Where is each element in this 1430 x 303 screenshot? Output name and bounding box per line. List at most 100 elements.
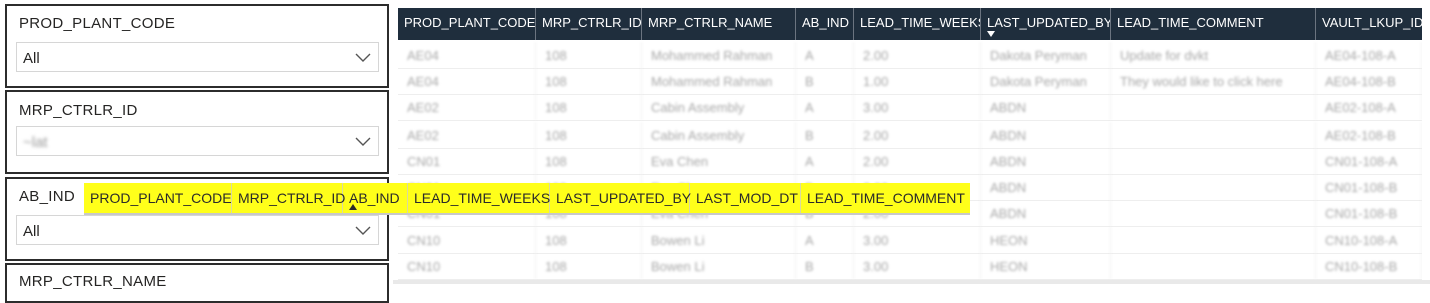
table-cell: CN10	[398, 253, 536, 279]
table-cell: 108	[536, 42, 642, 68]
field-item-sorted[interactable]: AB_IND	[343, 183, 408, 213]
slicer-title: MRP_CTRLR_ID	[19, 102, 138, 119]
column-header-sorted[interactable]: LAST_UPDATED_BY	[981, 8, 1111, 40]
table-cell: ABDN	[981, 94, 1111, 120]
table-cell: Eva Chen	[642, 148, 796, 174]
table-cell: ABDN	[981, 148, 1111, 174]
table-cell: 108	[536, 227, 642, 253]
slicer-dropdown[interactable]: All	[16, 42, 379, 72]
chevron-down-icon	[355, 226, 371, 235]
table-cell: B	[796, 253, 854, 279]
table-cell: Dakota Peryman	[981, 42, 1111, 68]
sort-ascending-icon	[349, 204, 357, 210]
field-item[interactable]: PROD_PLANT_CODE	[84, 183, 232, 213]
table-cell: ABDN	[981, 122, 1111, 148]
slicer-value: All	[23, 223, 40, 240]
slicer-value: ~lat	[23, 134, 48, 151]
table-cell: 108	[536, 148, 642, 174]
table-cell: 3.00	[854, 253, 981, 279]
table-header: PROD_PLANT_CODE MRP_CTRLR_ID MRP_CTRLR_N…	[398, 8, 1422, 40]
column-header[interactable]: MRP_CTRLR_NAME	[642, 8, 796, 40]
table-cell	[1111, 94, 1316, 120]
table-cell: Bowen Li	[642, 253, 796, 279]
slicer-title: AB_IND	[19, 188, 75, 205]
table-cell: Cabin Assembly	[642, 94, 796, 120]
table-cell: AE04-108-A	[1316, 42, 1422, 68]
slicer-panel: PROD_PLANT_CODE All MRP_CTRLR_ID ~lat AB…	[0, 0, 393, 303]
slicer-title: PROD_PLANT_CODE	[19, 15, 176, 32]
column-header[interactable]: LEAD_TIME_WEEKS	[854, 8, 981, 40]
field-list-popup: PROD_PLANT_CODE MRP_CTRLR_ID AB_IND LEAD…	[84, 183, 970, 215]
table-cell: AE02-108-A	[1316, 94, 1422, 120]
sort-descending-icon	[987, 31, 995, 37]
field-item[interactable]: LEAD_TIME_WEEKS	[408, 183, 550, 213]
field-item[interactable]: MRP_CTRLR_ID	[232, 183, 345, 213]
column-header[interactable]: LEAD_TIME_COMMENT	[1111, 8, 1316, 40]
column-header[interactable]: MRP_CTRLR_ID	[536, 8, 642, 40]
slicer-value: All	[23, 50, 40, 67]
table-cell: A	[796, 94, 854, 120]
chevron-down-icon	[355, 137, 371, 146]
table-cell: Mohammed Rahman	[642, 68, 796, 94]
field-item[interactable]: LAST_UPDATED_BY	[550, 183, 691, 213]
table-cell	[1111, 200, 1316, 226]
table-row[interactable]: CN10 108 Bowen Li A 3.00 HEON CN10-108-A	[398, 227, 1422, 254]
table-cell: 108	[536, 253, 642, 279]
table-cell: Dakota Peryman	[981, 68, 1111, 94]
table-cell: AE02	[398, 94, 536, 120]
table-cell: 108	[536, 94, 642, 120]
table-cell: B	[796, 68, 854, 94]
table-cell: 3.00	[854, 94, 981, 120]
table-cell: AE04	[398, 42, 536, 68]
table-cell: 108	[536, 68, 642, 94]
table-cell	[1111, 227, 1316, 253]
table-cell: Bowen Li	[642, 227, 796, 253]
slicer-prod-plant-code: PROD_PLANT_CODE All	[5, 4, 389, 88]
table-cell	[1111, 253, 1316, 279]
table-cell: AE02	[398, 122, 536, 148]
table-cell: 2.00	[854, 42, 981, 68]
scrollbar-track[interactable]	[393, 280, 1430, 284]
slicer-mrp-ctrlr-id: MRP_CTRLR_ID ~lat	[5, 90, 389, 174]
table-cell: B	[796, 122, 854, 148]
table-cell: 2.00	[854, 148, 981, 174]
table-cell: 2.00	[854, 122, 981, 148]
column-header[interactable]: AB_IND	[796, 8, 854, 40]
table-row[interactable]: AE02 108 Cabin Assembly B 2.00 ABDN AE02-108-B	[398, 122, 1422, 149]
slicer-title: MRP_CTRLR_NAME	[19, 273, 167, 290]
table-cell: Update for dvkt	[1111, 42, 1316, 68]
table-cell: CN01-108-B	[1316, 174, 1422, 200]
field-item[interactable]: LAST_MOD_DT	[690, 183, 801, 213]
column-header[interactable]: PROD_PLANT_CODE	[398, 8, 536, 40]
table-cell	[1111, 122, 1316, 148]
chevron-down-icon	[355, 53, 371, 62]
slicer-dropdown[interactable]: ~lat	[16, 126, 379, 156]
table-cell: AE02-108-B	[1316, 122, 1422, 148]
table-cell: Mohammed Rahman	[642, 42, 796, 68]
table-cell: HEON	[981, 227, 1111, 253]
table-cell: ABDN	[981, 174, 1111, 200]
table-cell: A	[796, 148, 854, 174]
table-cell: 1.00	[854, 68, 981, 94]
table-cell: AE04-108-B	[1316, 68, 1422, 94]
table-row[interactable]: AE04 108 Mohammed Rahman B 1.00 Dakota Peryma…	[398, 68, 1422, 95]
table-cell: CN01-108-B	[1316, 200, 1422, 226]
table-cell: 108	[536, 122, 642, 148]
table-cell: CN01	[398, 148, 536, 174]
table-row[interactable]: CN10 108 Bowen Li B 3.00 HEON CN10-108-B	[398, 253, 1422, 280]
table-row[interactable]: AE04 108 Mohammed Rahman A 2.00 Dakota Peryma…	[398, 42, 1422, 69]
table-cell: They would like to click here	[1111, 68, 1316, 94]
table-cell: HEON	[981, 253, 1111, 279]
column-header[interactable]: VAULT_LKUP_ID	[1316, 8, 1422, 40]
table-cell: CN10	[398, 227, 536, 253]
table-cell: CN10-108-B	[1316, 253, 1422, 279]
table-row[interactable]: CN01 108 Eva Chen A 2.00 ABDN CN01-108-A	[398, 148, 1422, 175]
slicer-dropdown[interactable]: All	[16, 215, 379, 245]
table-cell: A	[796, 227, 854, 253]
table-cell: CN01-108-A	[1316, 148, 1422, 174]
table-cell: Cabin Assembly	[642, 122, 796, 148]
table-cell: AE04	[398, 68, 536, 94]
table-cell	[1111, 174, 1316, 200]
table-row[interactable]: AE02 108 Cabin Assembly A 3.00 ABDN AE02-108-A	[398, 94, 1422, 121]
field-item[interactable]: LEAD_TIME_COMMENT	[801, 183, 970, 213]
